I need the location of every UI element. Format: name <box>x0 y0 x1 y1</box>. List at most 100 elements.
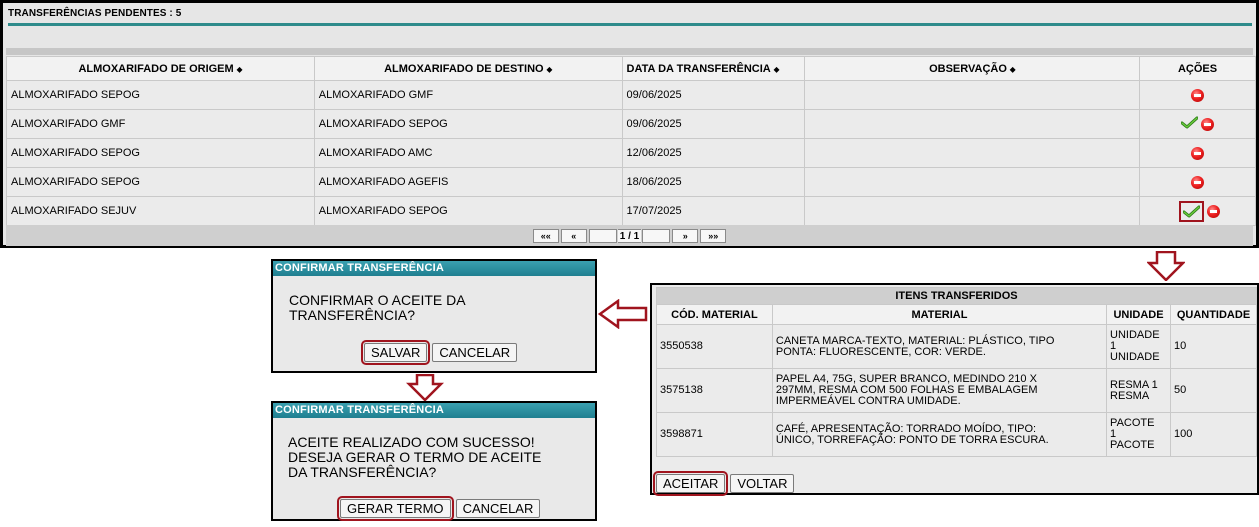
last-page-button[interactable]: »» <box>700 228 727 243</box>
prev-page-button[interactable]: « <box>560 228 587 243</box>
cell-actions <box>1139 167 1256 197</box>
cell-quantity: 10 <box>1170 324 1257 369</box>
cell-code: 3598871 <box>656 412 773 457</box>
reject-icon[interactable] <box>1207 204 1221 218</box>
arrow-left-icon <box>598 299 648 329</box>
success-dialog: CONFIRMAR TRANSFERÊNCIA ACEITE REALIZADO… <box>271 401 597 521</box>
back-button[interactable]: VOLTAR <box>730 474 795 493</box>
table-row: ALMOXARIFADO SEPOG ALMOXARIFADO AMC 12/0… <box>6 138 1256 168</box>
reject-icon[interactable] <box>1191 88 1205 102</box>
confirm-transfer-dialog: CONFIRMAR TRANSFERÊNCIA CONFIRMAR O ACEI… <box>271 259 597 373</box>
cell-unit: PACOTE 1 PACOTE <box>1106 412 1172 457</box>
cell-origin: ALMOXARIFADO GMF <box>6 109 315 139</box>
pending-transfers-panel: TRANSFERÊNCIAS PENDENTES : 5 ALMOXARIFAD… <box>0 0 1259 248</box>
cell-origin: ALMOXARIFADO SEJUV <box>6 196 315 226</box>
dialog-buttons: GERAR TERMO CANCELAR <box>337 496 541 521</box>
cell-origin: ALMOXARIFADO SEPOG <box>6 138 315 168</box>
transferred-items-table: ITENS TRANSFERIDOS CÓD. MATERIAL MATERIA… <box>656 287 1257 457</box>
col-origin[interactable]: ALMOXARIFADO DE ORIGEM ⬥ <box>6 56 315 81</box>
sort-icon: ⬥ <box>546 64 553 74</box>
sort-icon: ⬥ <box>236 64 243 74</box>
col-actions: AÇÕES <box>1139 56 1256 81</box>
accept-button-highlight: ACEITAR <box>653 471 729 496</box>
cell-observation <box>804 109 1141 139</box>
paginator: «« « 1 / 1 » »» <box>6 225 1253 246</box>
cell-destination: ALMOXARIFADO AGEFIS <box>313 167 623 197</box>
col-quantity: QUANTIDADE <box>1170 304 1257 325</box>
title-divider <box>8 23 1252 26</box>
table-row: ALMOXARIFADO SEPOG ALMOXARIFADO AGEFIS 1… <box>6 167 1256 197</box>
cell-code: 3550538 <box>656 324 773 369</box>
items-buttons: ACEITAR VOLTAR <box>653 471 795 496</box>
cell-actions <box>1139 138 1256 168</box>
cell-observation <box>804 167 1141 197</box>
cell-destination: ALMOXARIFADO GMF <box>313 80 623 110</box>
next-page-button[interactable]: » <box>672 228 699 243</box>
cell-date: 12/06/2025 <box>621 138 806 168</box>
table-row: ALMOXARIFADO GMF ALMOXARIFADO SEPOG 09/0… <box>6 109 1256 139</box>
accept-button[interactable]: ACEITAR <box>656 474 726 493</box>
cell-date: 17/07/2025 <box>621 196 806 226</box>
accept-check-icon-highlighted[interactable] <box>1179 200 1204 222</box>
col-code: CÓD. MATERIAL <box>656 304 773 325</box>
dialog-message: CONFIRMAR O ACEITE DA TRANSFERÊNCIA? <box>289 292 466 323</box>
reject-icon[interactable] <box>1191 175 1205 189</box>
first-page-button[interactable]: «« <box>532 228 559 243</box>
cancel-button[interactable]: CANCELAR <box>432 343 518 362</box>
transferred-items-panel: ITENS TRANSFERIDOS CÓD. MATERIAL MATERIA… <box>650 283 1259 496</box>
cell-observation <box>804 196 1141 226</box>
arrow-down-icon <box>1147 251 1185 281</box>
dialog-title: CONFIRMAR TRANSFERÊNCIA <box>273 261 595 276</box>
accept-check-icon[interactable] <box>1180 116 1199 132</box>
cell-observation <box>804 138 1141 168</box>
cell-destination: ALMOXARIFADO AMC <box>313 138 623 168</box>
cell-code: 3575138 <box>656 368 773 413</box>
col-material: MATERIAL <box>771 304 1108 325</box>
grid-top-bar <box>6 48 1253 55</box>
cell-material: PAPEL A4, 75G, SUPER BRANCO, MEDINDO 210… <box>771 368 1108 413</box>
col-date[interactable]: DATA DA TRANSFERÊNCIA ⬥ <box>621 56 806 81</box>
col-unit: UNIDADE <box>1106 304 1172 325</box>
table-row: 3598871 CAFÉ, APRESENTAÇÃO: TORRADO MOÍD… <box>656 412 1257 457</box>
arrow-down-icon <box>406 374 444 401</box>
cell-material: CAFÉ, APRESENTAÇÃO: TORRADO MOÍDO, TIPO:… <box>771 412 1108 457</box>
pager-spacer <box>642 228 671 243</box>
col-destination[interactable]: ALMOXARIFADO DE DESTINO ⬥ <box>313 56 623 81</box>
cell-quantity: 100 <box>1170 412 1257 457</box>
cell-actions <box>1139 109 1256 139</box>
save-button[interactable]: SALVAR <box>364 343 428 362</box>
table-row: 3550538 CANETA MARCA-TEXTO, MATERIAL: PL… <box>656 324 1257 369</box>
pending-title: TRANSFERÊNCIAS PENDENTES : 5 <box>8 8 182 19</box>
dialog-message: ACEITE REALIZADO COM SUCESSO! DESEJA GER… <box>288 434 542 480</box>
save-button-highlight: SALVAR <box>361 340 431 365</box>
reject-icon[interactable] <box>1191 146 1205 160</box>
table-row: 3575138 PAPEL A4, 75G, SUPER BRANCO, MED… <box>656 368 1257 413</box>
cell-observation <box>804 80 1141 110</box>
sort-icon: ⬥ <box>773 64 780 74</box>
cell-unit: RESMA 1 RESMA <box>1106 368 1172 413</box>
table-row: ALMOXARIFADO SEPOG ALMOXARIFADO GMF 09/0… <box>6 80 1256 110</box>
dialog-title: CONFIRMAR TRANSFERÊNCIA <box>273 403 595 418</box>
cell-material: CANETA MARCA-TEXTO, MATERIAL: PLÁSTICO, … <box>771 324 1108 369</box>
cell-origin: ALMOXARIFADO SEPOG <box>6 167 315 197</box>
cell-date: 09/06/2025 <box>621 80 806 110</box>
cell-date: 09/06/2025 <box>621 109 806 139</box>
pager-spacer <box>588 228 617 243</box>
dialog-buttons: SALVAR CANCELAR <box>361 340 518 365</box>
table-row: ALMOXARIFADO SEJUV ALMOXARIFADO SEPOG 17… <box>6 196 1256 226</box>
cell-actions <box>1139 80 1256 110</box>
cell-actions <box>1139 196 1256 226</box>
generate-term-button[interactable]: GERAR TERMO <box>340 499 451 518</box>
sort-icon: ⬥ <box>1009 64 1016 74</box>
cancel-button[interactable]: CANCELAR <box>455 499 541 518</box>
page-info: 1 / 1 <box>617 228 642 243</box>
pending-transfers-table: ALMOXARIFADO DE ORIGEM ⬥ ALMOXARIFADO DE … <box>6 56 1256 226</box>
cell-unit: UNIDADE 1 UNIDADE <box>1106 324 1172 369</box>
reject-icon[interactable] <box>1201 117 1215 131</box>
col-observation[interactable]: OBSERVAÇÃO ⬥ <box>804 56 1141 81</box>
items-caption: ITENS TRANSFERIDOS <box>656 287 1257 305</box>
cell-origin: ALMOXARIFADO SEPOG <box>6 80 315 110</box>
cell-destination: ALMOXARIFADO SEPOG <box>313 196 623 226</box>
cell-quantity: 50 <box>1170 368 1257 413</box>
generate-term-button-highlight: GERAR TERMO <box>337 496 454 521</box>
